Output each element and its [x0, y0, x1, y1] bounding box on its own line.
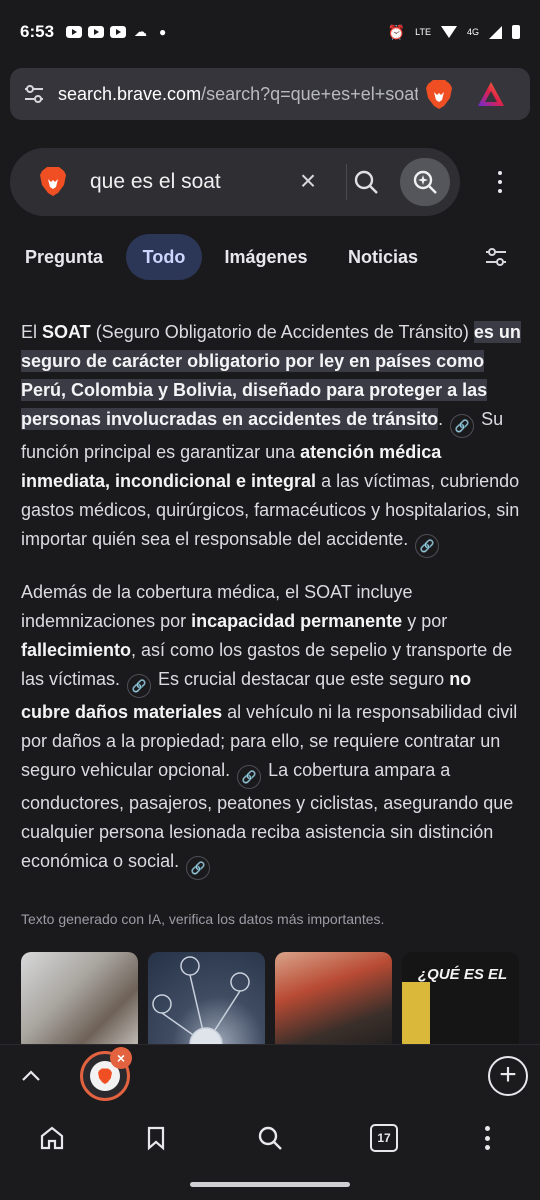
image-thumbnail[interactable] [275, 952, 392, 1044]
close-icon[interactable]: × [294, 167, 322, 196]
answer-paragraph-1: El SOAT (Seguro Obligatorio de Accidente… [21, 318, 523, 558]
status-time: 6:53 [20, 22, 55, 41]
image-thumbnail[interactable]: ¿QUÉ ES EL [402, 952, 519, 1044]
search-icon[interactable] [256, 1124, 284, 1152]
search-tabs: Pregunta Todo Imágenes Noticias [10, 234, 530, 280]
wifi-icon [440, 26, 457, 38]
tab-todo[interactable]: Todo [126, 234, 202, 280]
tab-count-icon[interactable]: 17 [370, 1124, 398, 1152]
more-vert-icon[interactable] [476, 1124, 498, 1152]
ai-answer: El SOAT (Seguro Obligatorio de Accidente… [21, 318, 523, 900]
close-tab-icon[interactable]: × [110, 1047, 132, 1069]
ai-search-icon[interactable] [400, 158, 450, 206]
bookmark-icon[interactable] [142, 1124, 170, 1152]
image-thumbnail[interactable] [21, 952, 138, 1044]
filter-icon[interactable] [484, 245, 508, 269]
link-icon[interactable]: 🔗 [237, 765, 262, 789]
status-icons: ⏰ LTE 4G [388, 24, 520, 41]
tab-noticias[interactable]: Noticias [338, 234, 428, 280]
divider [346, 164, 347, 200]
status-bar: 6:53 ☁ ● ⏰ LTE 4G [0, 0, 540, 64]
brave-lion-icon[interactable] [424, 78, 454, 110]
signal-icon [489, 25, 502, 39]
volte-icon: LTE [415, 27, 431, 37]
youtube-notification-icon [66, 26, 83, 38]
brave-rewards-icon[interactable] [476, 79, 506, 109]
image-graphic [402, 982, 430, 1044]
network-type: 4G [466, 27, 479, 37]
youtube-notification-icon [110, 26, 127, 38]
answer-paragraph-2: Además de la cobertura médica, el SOAT i… [21, 578, 523, 880]
home-icon[interactable] [38, 1124, 66, 1152]
alarm-icon: ⏰ [387, 23, 406, 40]
more-vert-icon[interactable] [488, 168, 512, 196]
plus-icon[interactable]: + [488, 1056, 528, 1096]
ai-disclaimer: Texto generado con IA, verifica los dato… [21, 911, 385, 927]
search-input[interactable]: que es el soat [90, 170, 221, 194]
youtube-notification-icon [88, 26, 105, 38]
chevron-up-icon[interactable] [20, 1065, 42, 1087]
tab-imagenes[interactable]: Imágenes [216, 234, 316, 280]
search-icon[interactable] [352, 168, 380, 196]
link-icon[interactable]: 🔗 [127, 674, 152, 698]
image-caption: ¿QUÉ ES EL [418, 966, 508, 983]
brave-lion-icon [38, 164, 68, 198]
tab-pregunta[interactable]: Pregunta [10, 234, 118, 280]
more-notifications-icon: ● [159, 25, 167, 39]
link-icon[interactable]: 🔗 [450, 414, 475, 438]
battery-icon [512, 25, 520, 39]
link-icon[interactable]: 🔗 [415, 534, 440, 558]
tab-strip: × + [0, 1044, 540, 1108]
tune-icon[interactable] [22, 82, 46, 106]
address-bar[interactable]: search.brave.com/search?q=que+es+el+soat [10, 68, 530, 120]
image-thumbnail[interactable] [148, 952, 265, 1044]
home-indicator[interactable] [190, 1182, 350, 1187]
link-icon[interactable]: 🔗 [186, 856, 211, 880]
url-text[interactable]: search.brave.com/search?q=que+es+el+soat [58, 84, 418, 105]
image-results: ¿QUÉ ES EL [21, 952, 540, 1044]
search-box[interactable]: que es el soat × [10, 148, 460, 216]
bottom-toolbar: 17 [0, 1108, 540, 1200]
cloud-icon: ☁ [134, 24, 148, 39]
